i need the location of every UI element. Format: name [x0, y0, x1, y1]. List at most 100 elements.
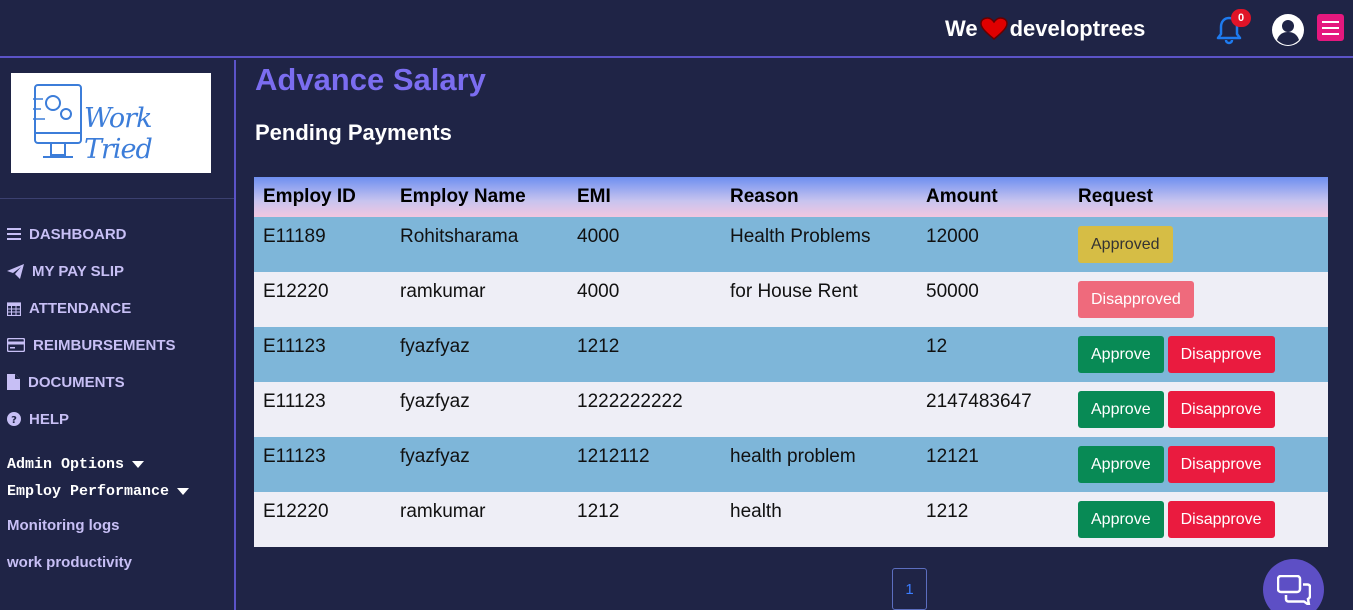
brand-after-text: developtrees [1009, 16, 1146, 41]
disapprove-button[interactable]: Disapprove [1167, 501, 1275, 538]
emi-cell: 1212 [577, 336, 620, 357]
nav-item-help[interactable]: ? HELP [7, 407, 69, 431]
nav-item-my-pay-slip[interactable]: MY PAY SLIP [7, 259, 124, 283]
heart-icon [979, 17, 1008, 41]
reason-cell: Health Problems [730, 226, 871, 247]
table-row: E11189 Rohitsharama 4000 Health Problems… [254, 217, 1328, 272]
amount-cell: 50000 [926, 281, 979, 302]
sidebar: Work Tried DASHBOARD MY PAY SLIP ATTENDA… [0, 60, 236, 610]
reason-cell [721, 382, 917, 437]
reason-cell: for House Rent [730, 281, 858, 302]
approve-button[interactable]: Approve [1078, 446, 1164, 483]
request-cell: Approved [1069, 217, 1328, 272]
emi-cell: 1222222222 [577, 391, 683, 412]
amount-cell: 12000 [926, 226, 979, 247]
top-bar: We developtrees 0 [0, 0, 1353, 58]
disapprove-button[interactable]: Disapprove [1167, 446, 1275, 483]
employ-performance-label: Employ Performance [7, 483, 170, 500]
table-row: E12220 ramkumar 4000 for House Rent 5000… [254, 272, 1328, 327]
file-icon [7, 374, 20, 390]
disapproved-status-badge: Disapproved [1078, 281, 1194, 318]
employ-id-cell: E11189 [263, 226, 326, 247]
employ-id-cell: E11123 [263, 336, 326, 357]
notification-count-badge: 0 [1231, 9, 1251, 27]
column-header: EMI [577, 186, 611, 207]
employ-performance-toggle[interactable]: Employ Performance [7, 483, 190, 500]
emi-cell: 1212112 [577, 446, 650, 467]
nav-item-label: HELP [29, 410, 70, 428]
disapprove-button[interactable]: Disapprove [1167, 391, 1275, 428]
monitor-gears-icon [33, 84, 82, 158]
reason-cell [721, 327, 917, 382]
request-cell: Approve Disapprove [1069, 382, 1328, 437]
emi-cell: 4000 [577, 226, 620, 247]
nav-item-reimbursements[interactable]: REIMBURSEMENTS [7, 333, 176, 357]
column-header: Reason [730, 186, 799, 207]
nav-item-attendance[interactable]: ATTENDANCE [7, 296, 131, 320]
calendar-icon [7, 301, 21, 316]
column-header: Amount [926, 186, 998, 207]
amount-cell: 1212 [926, 501, 969, 522]
employ-id-cell: E11123 [263, 446, 326, 467]
employ-name-cell: fyazfyaz [400, 391, 470, 412]
monitoring-logs-link[interactable]: Monitoring logs [7, 517, 119, 534]
section-title: Pending Payments [255, 120, 452, 145]
pending-payments-table: Employ ID Employ Name EMI Reason Amount … [254, 177, 1328, 547]
caret-down-icon [177, 488, 190, 495]
amount-cell: 12 [926, 336, 948, 357]
admin-options-toggle[interactable]: Admin Options [7, 456, 145, 473]
approved-status-badge: Approved [1078, 226, 1173, 263]
svg-text:?: ? [11, 415, 17, 426]
approve-button[interactable]: Approve [1078, 336, 1164, 373]
request-cell: Approve Disapprove [1069, 437, 1328, 492]
pagination-page-button[interactable]: 1 [892, 568, 927, 610]
nav-item-label: REIMBURSEMENTS [33, 336, 176, 354]
approve-button[interactable]: Approve [1078, 501, 1164, 538]
employ-name-cell: Rohitsharama [400, 226, 519, 247]
nav-item-label: ATTENDANCE [29, 299, 132, 317]
brand-before-text: We [945, 16, 978, 41]
amount-cell: 12121 [926, 446, 979, 467]
employ-name-cell: ramkumar [400, 281, 486, 302]
nav-item-label: DOCUMENTS [28, 373, 125, 391]
logo-text: Work Tried [84, 103, 153, 165]
table-row: E12220 ramkumar 1212 health 1212 Approve… [254, 492, 1328, 547]
bars-icon [7, 228, 21, 240]
request-cell: Approve Disapprove [1069, 492, 1328, 547]
brand-tagline: We developtrees [945, 16, 1145, 42]
table-row: E11123 fyazfyaz 1212 12 Approve Disapprov… [254, 327, 1328, 382]
reason-cell: health problem [730, 446, 856, 467]
request-cell: Approve Disapprove [1069, 327, 1328, 382]
table-header-row: Employ ID Employ Name EMI Reason Amount … [254, 177, 1328, 217]
nav-item-label: DASHBOARD [29, 225, 127, 243]
disapprove-button[interactable]: Disapprove [1167, 336, 1275, 373]
paper-plane-icon [7, 263, 24, 279]
emi-cell: 4000 [577, 281, 620, 302]
question-circle-icon: ? [7, 412, 21, 426]
request-cell: Disapproved [1069, 272, 1328, 327]
sidebar-divider [0, 198, 234, 199]
nav-item-label: MY PAY SLIP [32, 262, 124, 280]
emi-cell: 1212 [577, 501, 620, 522]
employ-name-cell: fyazfyaz [400, 446, 470, 467]
employ-id-cell: E12220 [263, 281, 329, 302]
employ-name-cell: fyazfyaz [400, 336, 470, 357]
amount-cell: 2147483647 [926, 391, 1032, 412]
admin-options-label: Admin Options [7, 456, 125, 473]
credit-card-icon [7, 338, 25, 352]
nav-item-documents[interactable]: DOCUMENTS [7, 370, 125, 394]
employ-id-cell: E12220 [263, 501, 329, 522]
column-header: Employ Name [400, 186, 526, 207]
table-row: E11123 fyazfyaz 1212112 health problem 1… [254, 437, 1328, 492]
nav-item-dashboard[interactable]: DASHBOARD [7, 222, 127, 246]
work-productivity-link[interactable]: work productivity [7, 554, 132, 571]
column-header: Employ ID [263, 186, 356, 207]
chat-icon[interactable] [1263, 559, 1324, 610]
logo: Work Tried [11, 73, 211, 173]
column-header: Request [1078, 186, 1153, 207]
user-circle-icon[interactable] [1270, 12, 1306, 48]
caret-down-icon [132, 461, 145, 468]
table-row: E11123 fyazfyaz 1222222222 2147483647 Ap… [254, 382, 1328, 437]
approve-button[interactable]: Approve [1078, 391, 1164, 428]
hamburger-menu-icon[interactable] [1317, 14, 1344, 41]
